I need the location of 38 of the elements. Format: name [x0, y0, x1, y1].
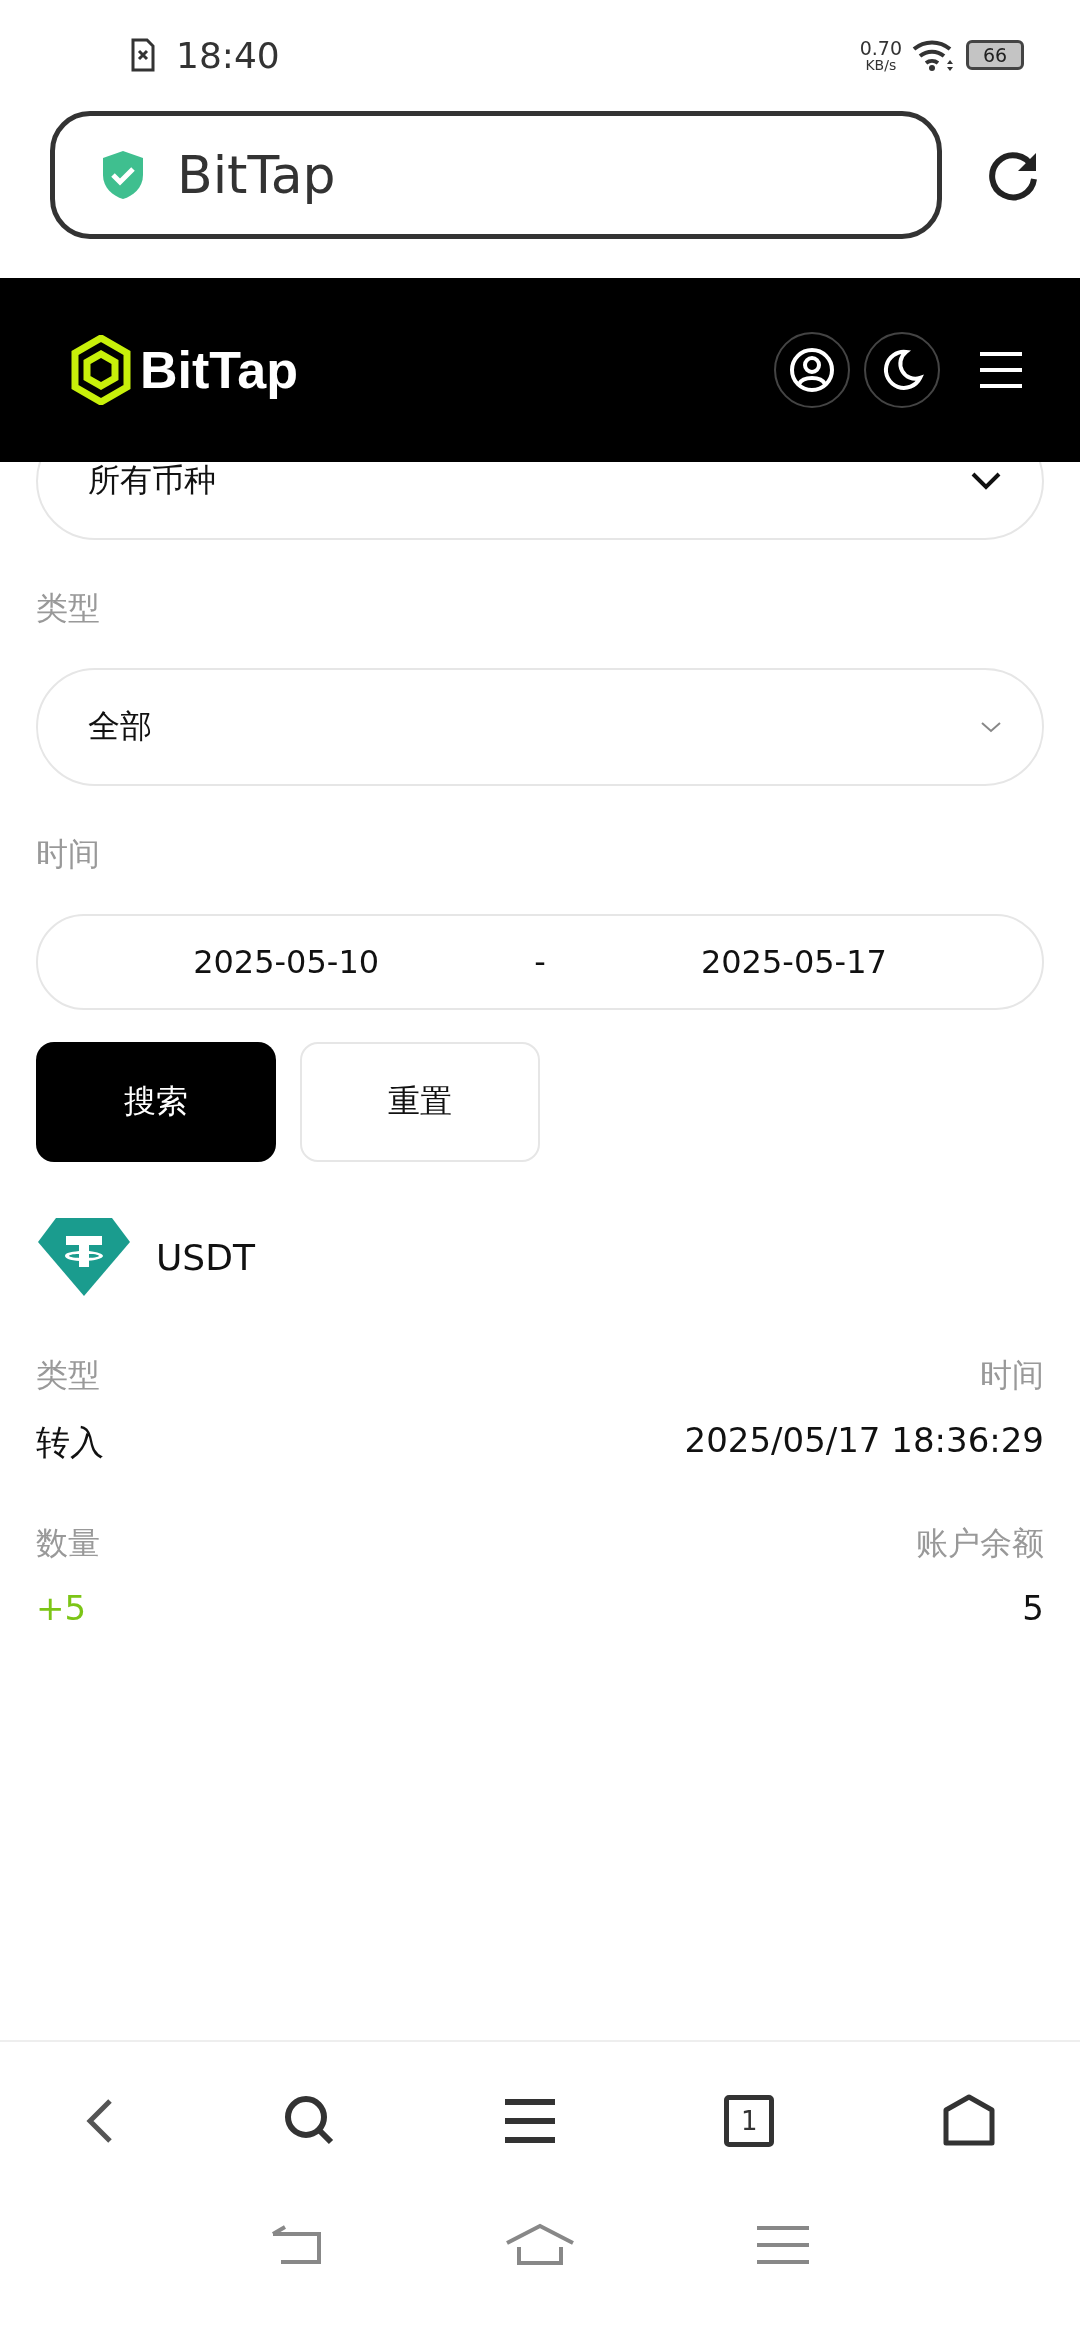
user-icon — [789, 347, 835, 393]
back-button[interactable] — [270, 2224, 323, 2266]
logo-icon — [70, 335, 132, 405]
field-label: 类型 — [36, 1355, 100, 1396]
battery-indicator: 66 — [966, 40, 1024, 70]
back-button[interactable] — [84, 2097, 115, 2145]
network-speed: 0.70 — [859, 38, 902, 58]
search-button[interactable] — [283, 2095, 336, 2147]
date-range-field[interactable]: 2025-05-10 - 2025-05-17 — [36, 914, 1044, 1010]
chevron-down-icon — [970, 471, 1002, 491]
home-button[interactable] — [943, 2094, 996, 2148]
sim-card-icon — [130, 38, 156, 72]
address-bar[interactable]: BitTap — [50, 111, 942, 239]
tabs-button[interactable]: 1 — [724, 2095, 775, 2147]
coin-icon — [36, 1216, 132, 1298]
type-label: 类型 — [36, 588, 100, 629]
field-value: 转入 — [36, 1421, 104, 1464]
reload-button[interactable] — [988, 149, 1040, 201]
type-select[interactable]: 全部 — [36, 668, 1044, 786]
menu-button[interactable] — [978, 350, 1024, 390]
page-title: BitTap — [177, 145, 336, 205]
wifi-icon — [912, 38, 956, 72]
currency-select[interactable]: 所有币种 — [36, 462, 1044, 540]
currency-name: USDT — [156, 1236, 255, 1278]
menu-button[interactable] — [504, 2098, 555, 2144]
chevron-down-icon — [980, 721, 1002, 733]
field-value: 2025/05/17 18:36:29 — [684, 1420, 1044, 1460]
search-button[interactable]: 搜索 — [36, 1042, 276, 1162]
field-value: 5 — [1022, 1588, 1044, 1628]
network-speed-unit: KB/s — [865, 57, 897, 72]
logo-text: BitTap — [140, 340, 298, 400]
status-time: 18:40 — [176, 34, 280, 76]
field-label: 数量 — [36, 1523, 100, 1564]
field-value: +5 — [36, 1588, 87, 1628]
time-label: 时间 — [36, 834, 100, 875]
reset-button[interactable]: 重置 — [300, 1042, 540, 1162]
field-label: 账户余额 — [916, 1523, 1044, 1564]
field-label: 时间 — [980, 1355, 1044, 1396]
